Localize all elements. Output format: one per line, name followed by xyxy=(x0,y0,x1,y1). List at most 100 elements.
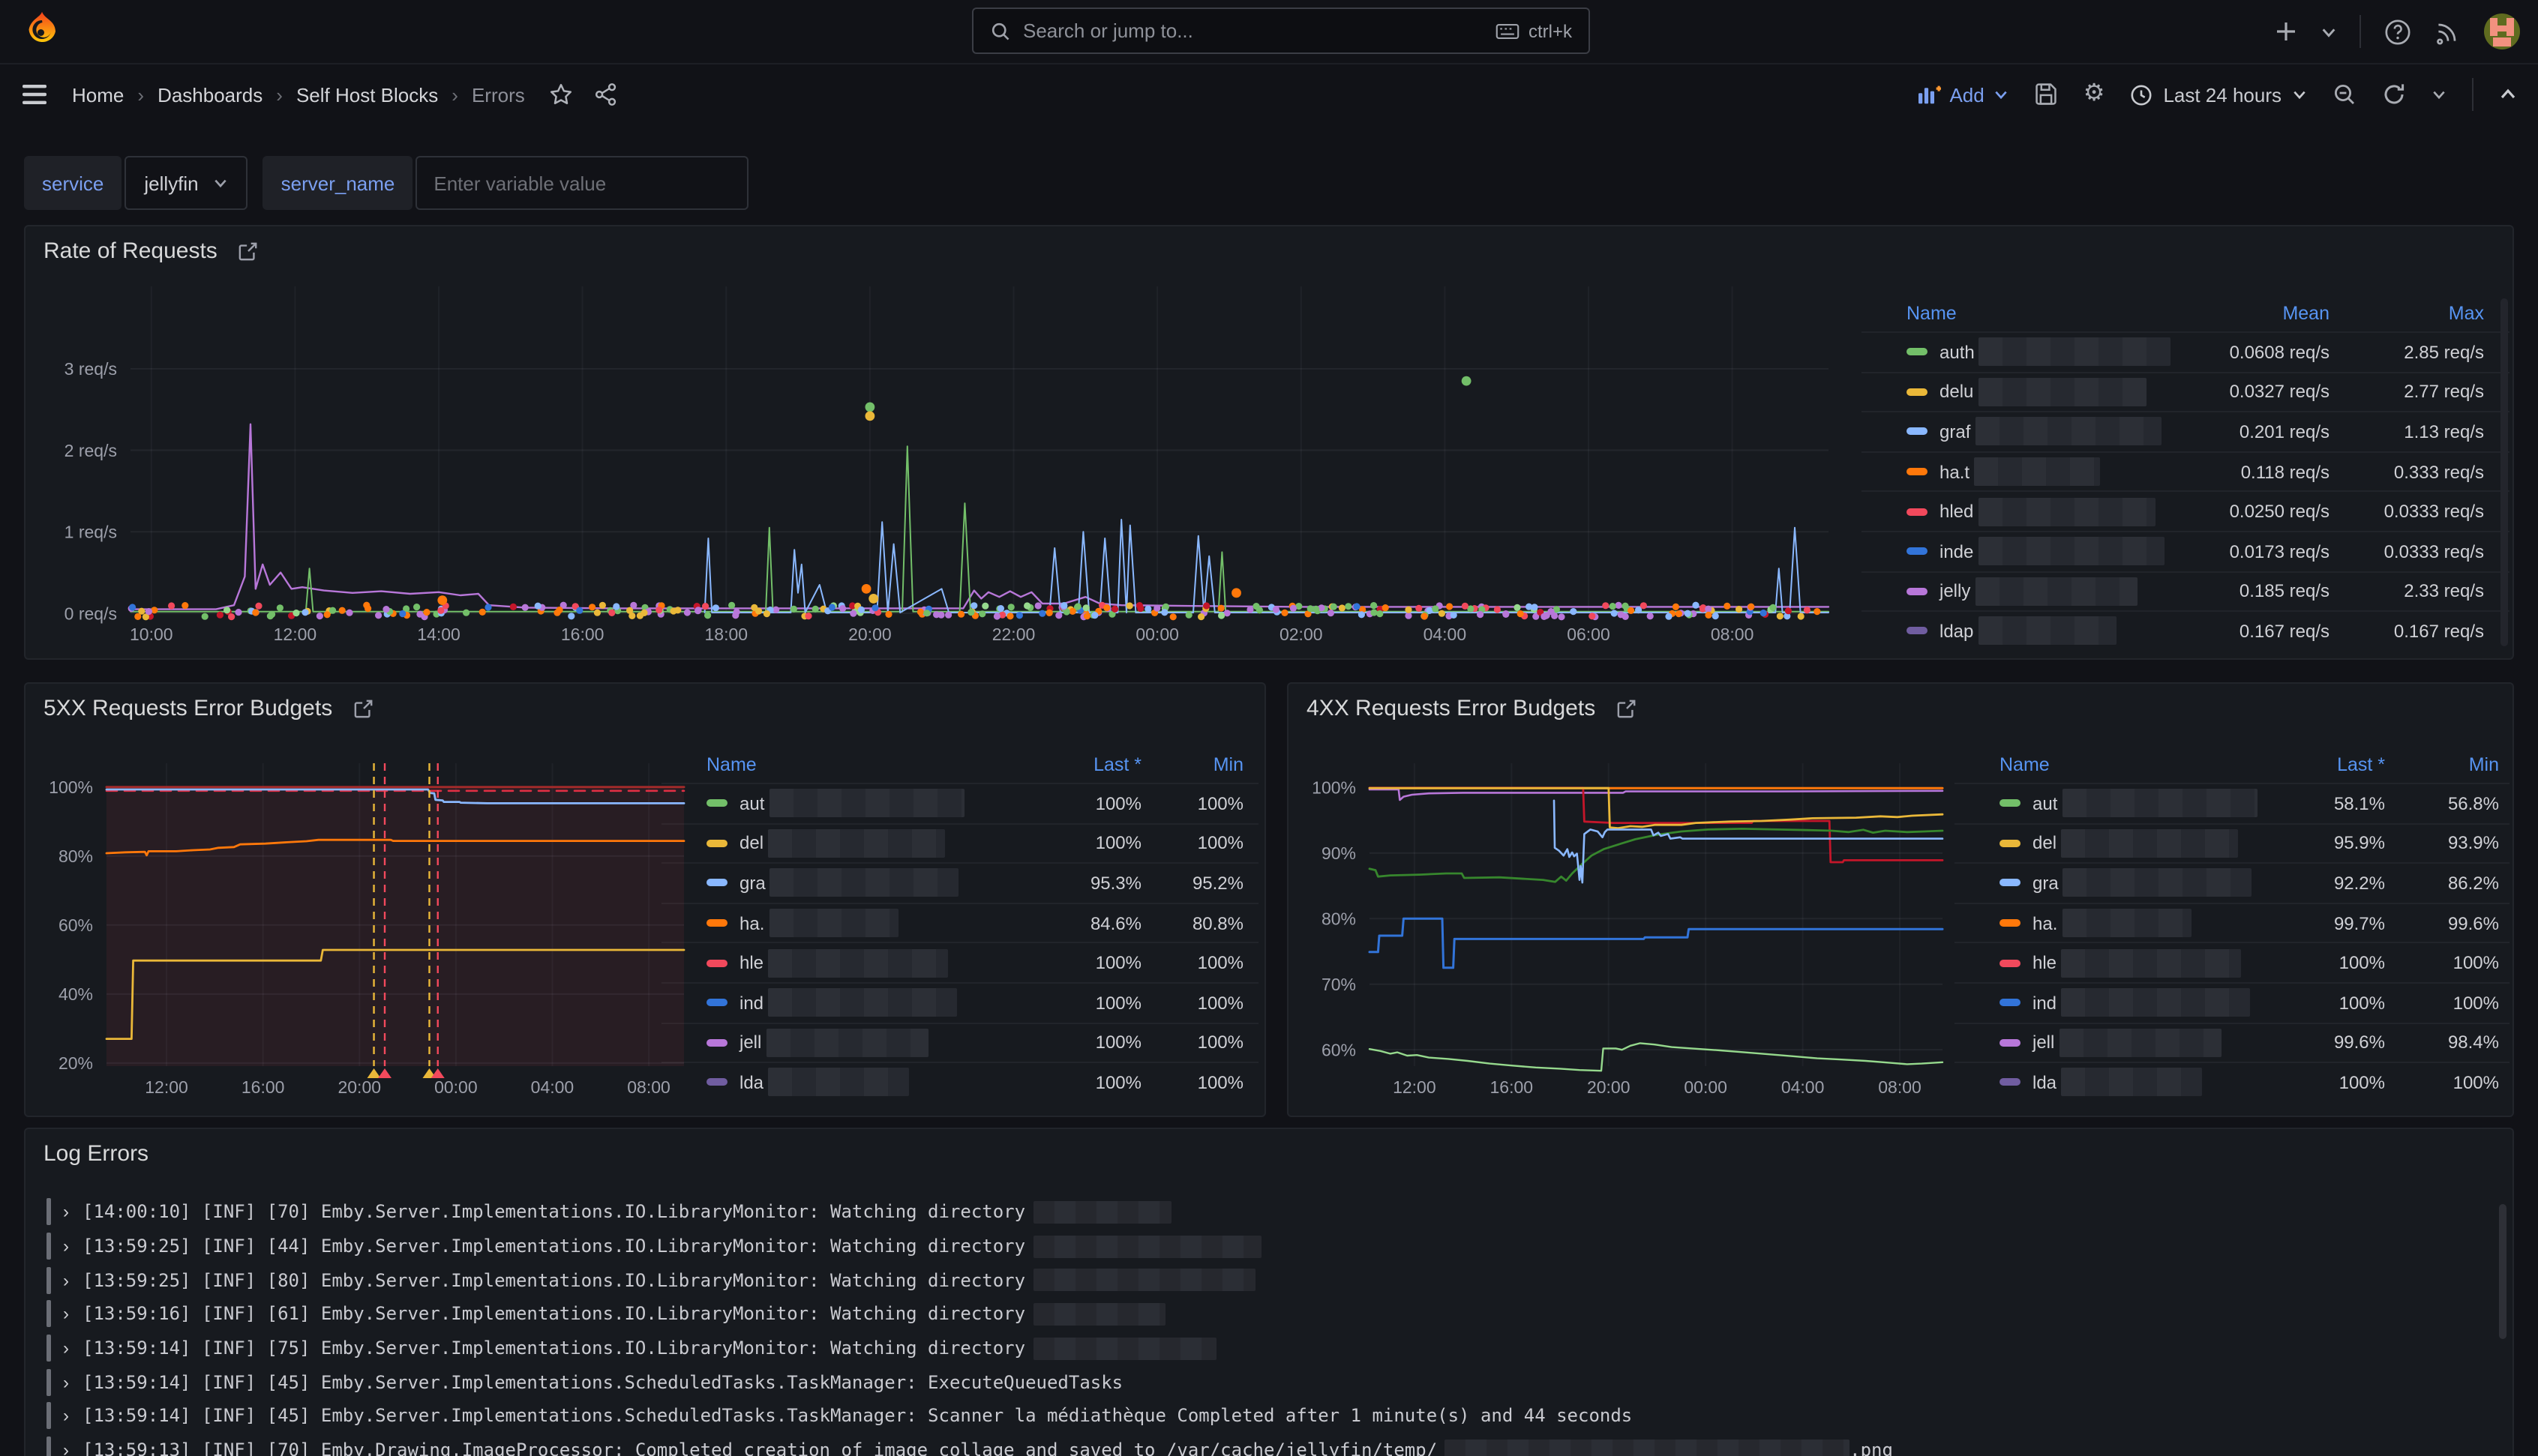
refresh-icon[interactable] xyxy=(2382,82,2406,106)
legend-row[interactable]: aut58.1%56.8% xyxy=(1954,783,2510,822)
log-line[interactable]: ›[13:59:14] [INF] [45] Emby.Server.Imple… xyxy=(46,1365,2494,1399)
news-rss-icon[interactable] xyxy=(2434,18,2462,45)
legend-row[interactable]: ind100%100% xyxy=(1954,982,2510,1022)
log-expand-chevron-icon[interactable]: › xyxy=(63,1406,69,1427)
legend-col-1[interactable]: Last * xyxy=(2205,747,2385,783)
grafana-logo-icon[interactable] xyxy=(20,9,64,54)
series-name[interactable]: ha.t xyxy=(1940,461,1970,482)
series-name[interactable]: ha. xyxy=(740,912,764,933)
log-line[interactable]: ›[13:59:25] [INF] [80] Emby.Server.Imple… xyxy=(46,1263,2494,1297)
legend-row[interactable]: hled0.0250 req/s0.0333 req/s xyxy=(1862,491,2510,531)
series-name[interactable]: aut xyxy=(2032,793,2057,814)
collapse-topbar-icon[interactable] xyxy=(2499,85,2517,103)
refresh-interval-chevron-icon[interactable] xyxy=(2432,87,2446,102)
legend-col-name[interactable]: Name xyxy=(2000,754,2050,775)
log-expand-chevron-icon[interactable]: › xyxy=(63,1338,69,1359)
user-avatar[interactable] xyxy=(2484,13,2520,49)
series-name[interactable]: ha. xyxy=(2032,912,2057,933)
legend-col-2[interactable]: Min xyxy=(1124,747,1244,783)
external-link-icon[interactable] xyxy=(238,241,258,261)
legend-row[interactable]: aut100%100% xyxy=(662,783,1258,822)
legend-col-name[interactable]: Name xyxy=(706,754,757,775)
series-name[interactable]: lda xyxy=(2032,1072,2056,1093)
legend-col-name[interactable]: Name xyxy=(1906,303,1957,324)
legend-row[interactable]: ha.84.6%80.8% xyxy=(662,903,1258,942)
panel-title[interactable]: Rate of Requests xyxy=(44,238,218,264)
log-line[interactable]: ›[13:59:16] [INF] [61] Emby.Server.Imple… xyxy=(46,1297,2494,1331)
legend-row[interactable]: graf0.201 req/s1.13 req/s xyxy=(1862,411,2510,451)
series-name[interactable]: gra xyxy=(2032,873,2059,894)
series-name[interactable]: hled xyxy=(1940,501,1973,522)
breadcrumb-item[interactable]: Dashboards xyxy=(158,83,262,106)
series-name[interactable]: del xyxy=(740,833,764,854)
legend-scrollbar[interactable] xyxy=(2500,298,2508,646)
series-name[interactable]: jelly xyxy=(1940,581,1970,602)
panel-title[interactable]: Log Errors xyxy=(44,1141,148,1167)
series-name[interactable]: auth xyxy=(1940,342,1975,363)
log-line[interactable]: ›[13:59:25] [INF] [44] Emby.Server.Imple… xyxy=(46,1229,2494,1263)
log-line[interactable]: ›[14:00:10] [INF] [70] Emby.Server.Imple… xyxy=(46,1195,2494,1229)
legend-row[interactable]: hle100%100% xyxy=(662,942,1258,982)
add-plus-icon[interactable] xyxy=(2274,19,2298,43)
log-expand-chevron-icon[interactable]: › xyxy=(63,1440,69,1456)
legend-row[interactable]: jell100%100% xyxy=(662,1022,1258,1062)
chevron-down-icon[interactable] xyxy=(2320,23,2337,40)
legend-row[interactable]: jell99.6%98.4% xyxy=(1954,1022,2510,1062)
variable-select-service[interactable]: jellyfin xyxy=(124,156,248,210)
log-expand-chevron-icon[interactable]: › xyxy=(63,1372,69,1393)
save-dashboard-icon[interactable] xyxy=(2034,82,2058,106)
legend-row[interactable]: ind100%100% xyxy=(662,982,1258,1022)
legend-row[interactable]: auth0.0608 req/s2.85 req/s xyxy=(1862,331,2510,371)
variable-input-server-name[interactable] xyxy=(416,156,748,210)
legend-row[interactable]: jelly0.185 req/s2.33 req/s xyxy=(1862,571,2510,610)
star-icon[interactable] xyxy=(549,82,573,106)
series-name[interactable]: ldap xyxy=(1940,621,1973,642)
legend-row[interactable]: ha.99.7%99.6% xyxy=(1954,903,2510,942)
legend-col-1[interactable]: Last * xyxy=(962,747,1142,783)
breadcrumb-item[interactable]: Self Host Blocks xyxy=(296,83,438,106)
dashboard-settings-icon[interactable]: ⚙ xyxy=(2084,82,2105,106)
panel-title[interactable]: 4XX Requests Error Budgets xyxy=(1306,696,1595,721)
series-name[interactable]: del xyxy=(2032,833,2056,854)
series-name[interactable]: inde xyxy=(1940,541,1973,562)
legend-row[interactable]: ha.t0.118 req/s0.333 req/s xyxy=(1862,451,2510,491)
series-name[interactable]: delu xyxy=(1940,382,1973,403)
legend-row[interactable]: gra92.2%86.2% xyxy=(1954,862,2510,902)
series-name[interactable]: ind xyxy=(740,993,764,1014)
series-name[interactable]: hle xyxy=(2032,952,2056,973)
series-name[interactable]: ind xyxy=(2032,993,2056,1014)
series-name[interactable]: graf xyxy=(1940,421,1970,442)
legend-row[interactable]: delu0.0327 req/s2.77 req/s xyxy=(1862,371,2510,411)
legend-row[interactable]: gra95.3%95.2% xyxy=(662,862,1258,902)
legend-row[interactable]: hle100%100% xyxy=(1954,942,2510,982)
search-input[interactable]: Search or jump to... ctrl+k xyxy=(972,7,1590,54)
help-icon[interactable] xyxy=(2384,17,2412,46)
series-name[interactable]: lda xyxy=(740,1072,764,1093)
log-line[interactable]: ›[13:59:14] [INF] [75] Emby.Server.Imple… xyxy=(46,1332,2494,1365)
time-range-picker[interactable]: Last 24 hours xyxy=(2130,83,2307,106)
legend-col-1[interactable]: Mean xyxy=(2104,295,2330,331)
legend-row[interactable]: ldap0.167 req/s0.167 req/s xyxy=(1862,610,2510,650)
breadcrumb-item[interactable]: Home xyxy=(72,83,124,106)
legend-col-2[interactable]: Min xyxy=(2372,747,2499,783)
zoom-out-icon[interactable] xyxy=(2332,82,2356,106)
log-line[interactable]: ›[13:59:14] [INF] [45] Emby.Server.Imple… xyxy=(46,1399,2494,1433)
legend-row[interactable]: del100%100% xyxy=(662,822,1258,862)
external-link-icon[interactable] xyxy=(353,699,373,718)
series-name[interactable]: hle xyxy=(740,952,764,973)
legend-row[interactable]: lda100%100% xyxy=(662,1062,1258,1101)
log-expand-chevron-icon[interactable]: › xyxy=(63,1269,69,1290)
log-expand-chevron-icon[interactable]: › xyxy=(63,1202,69,1223)
legend-col-2[interactable]: Max xyxy=(2334,295,2484,331)
share-icon[interactable] xyxy=(594,82,618,106)
log-expand-chevron-icon[interactable]: › xyxy=(63,1304,69,1325)
series-name[interactable]: aut xyxy=(740,793,764,814)
log-expand-chevron-icon[interactable]: › xyxy=(63,1236,69,1257)
series-name[interactable]: jell xyxy=(740,1032,761,1053)
legend-row[interactable]: del95.9%93.9% xyxy=(1954,822,2510,862)
legend-row[interactable]: inde0.0173 req/s0.0333 req/s xyxy=(1862,531,2510,571)
logs-scrollbar[interactable] xyxy=(2499,1204,2506,1339)
panel-title[interactable]: 5XX Requests Error Budgets xyxy=(44,696,332,721)
series-name[interactable]: gra xyxy=(740,873,766,894)
external-link-icon[interactable] xyxy=(1616,699,1636,718)
